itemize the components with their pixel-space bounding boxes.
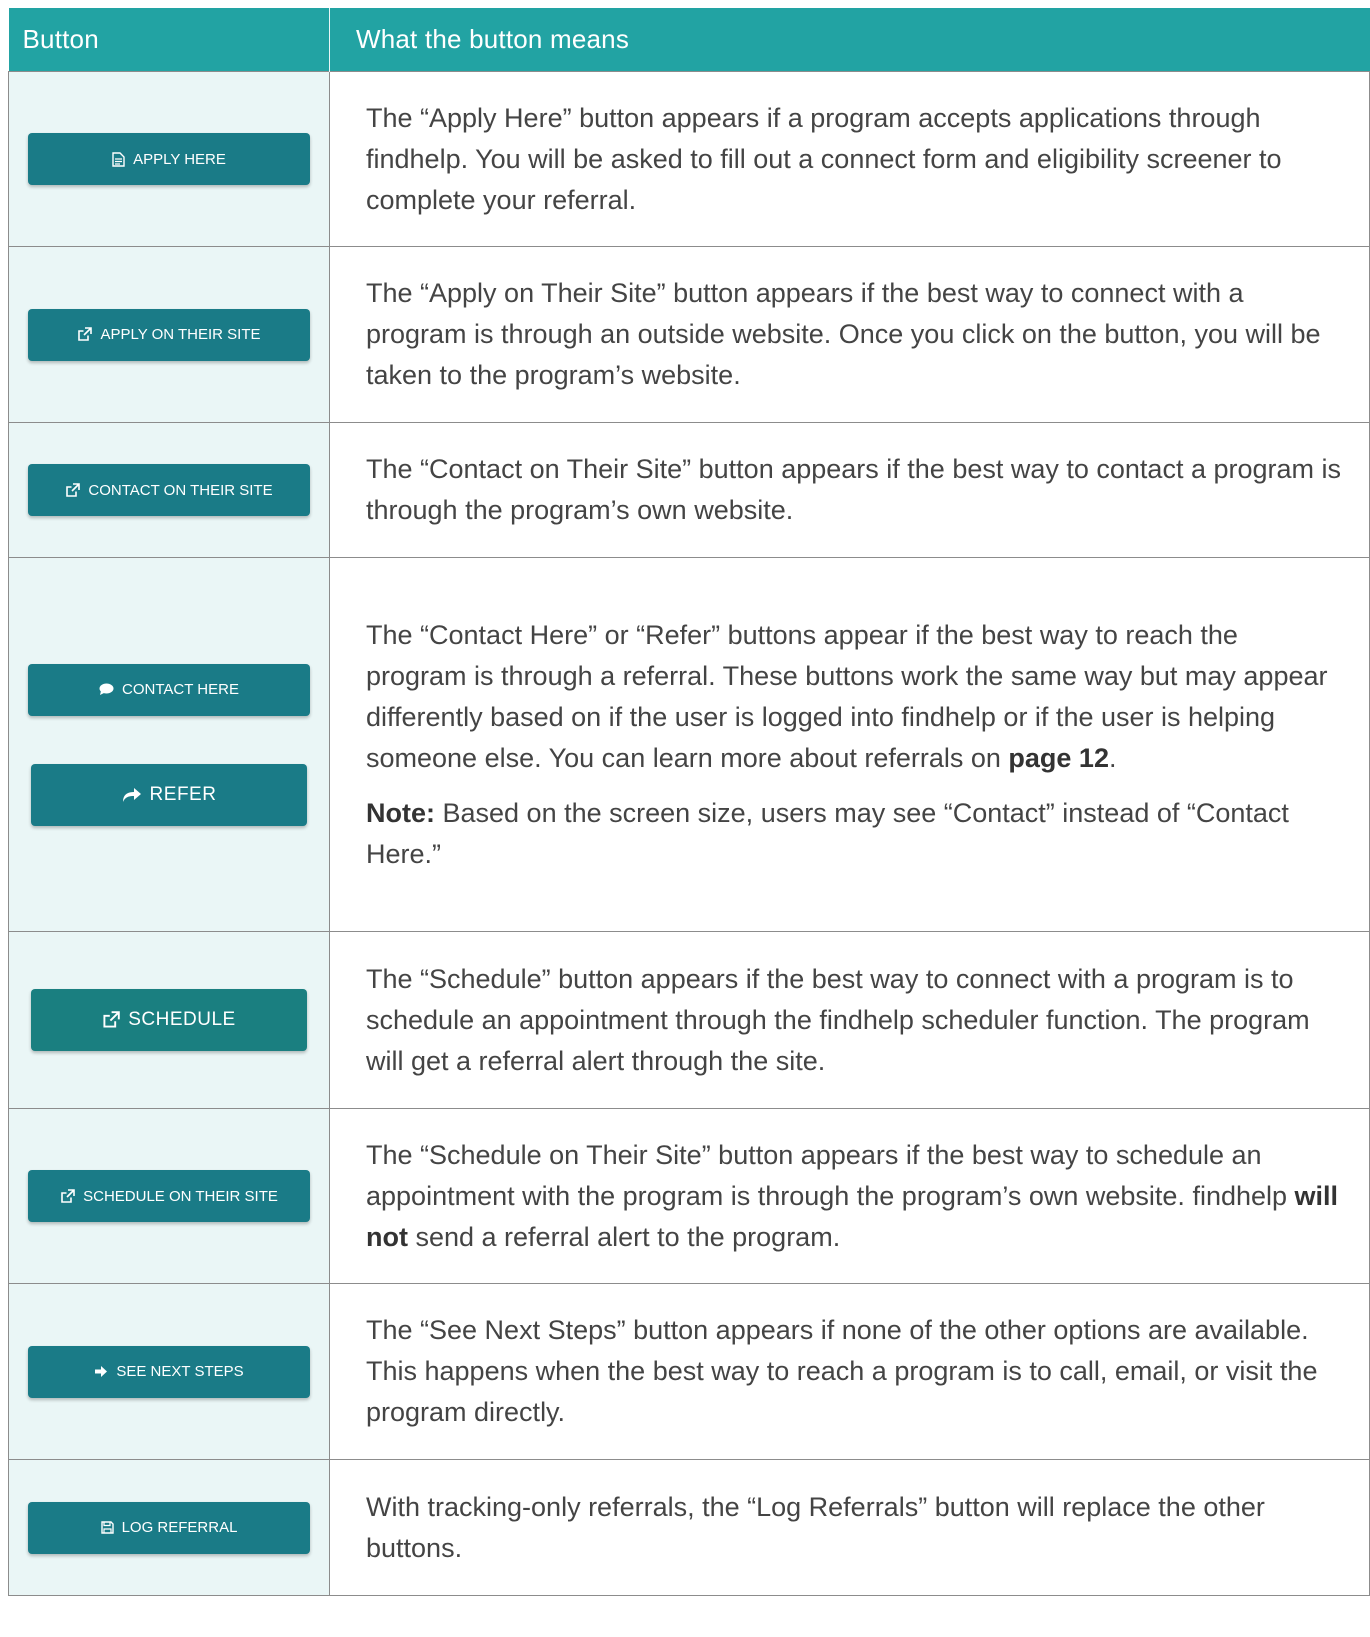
description-text: The “Apply on Their Site” button appears…: [366, 278, 1321, 390]
document-icon: [112, 151, 125, 167]
apply-here-button[interactable]: APPLY HERE: [28, 133, 310, 185]
see-next-steps-button[interactable]: SEE NEXT STEPS: [28, 1345, 310, 1398]
description-text: The “Apply Here” button appears if a pro…: [366, 102, 1282, 215]
note-label: Note:: [366, 797, 435, 828]
table-row: SEE NEXT STEPS The “See Next Steps” butt…: [8, 1283, 1370, 1460]
contact-here-button[interactable]: CONTACT HERE: [28, 663, 310, 716]
contact-on-their-site-label: CONTACT ON THEIR SITE: [88, 481, 273, 499]
table-row: CONTACT ON THEIR SITE The “Contact on Th…: [8, 422, 1370, 558]
description-cell: The “Apply Here” button appears if a pro…: [329, 71, 1370, 247]
external-link-icon: [65, 482, 81, 498]
description-text-start: The “Contact Here” or “Refer” buttons ap…: [366, 619, 1328, 773]
description-cell: The “See Next Steps” button appears if n…: [329, 1283, 1370, 1460]
button-reference-table: Button What the button means APPLY HERE …: [8, 8, 1370, 1596]
apply-on-their-site-button[interactable]: APPLY ON THEIR SITE: [28, 308, 310, 361]
page-reference: page 12: [1008, 742, 1109, 773]
description-cell: The “Contact Here” or “Refer” buttons ap…: [329, 557, 1370, 932]
table-row: SCHEDULE The “Schedule” button appears i…: [8, 931, 1370, 1109]
header-meaning-column: What the button means: [329, 8, 1370, 72]
description-text: The “See Next Steps” button appears if n…: [366, 1315, 1318, 1427]
schedule-on-their-site-button[interactable]: SCHEDULE ON THEIR SITE: [28, 1170, 310, 1222]
schedule-on-their-site-label: SCHEDULE ON THEIR SITE: [83, 1187, 278, 1205]
description-text-start: The “Schedule on Their Site” button appe…: [366, 1139, 1295, 1211]
share-arrow-icon: [122, 787, 142, 803]
note-body: Based on the screen size, users may see …: [366, 797, 1289, 869]
button-reference-table-container: Button What the button means APPLY HERE …: [8, 8, 1370, 1596]
description-text: The “Schedule” button appears if the bes…: [366, 963, 1310, 1076]
see-next-steps-label: SEE NEXT STEPS: [116, 1363, 244, 1380]
schedule-button[interactable]: SCHEDULE: [31, 989, 307, 1051]
chat-bubble-icon: [99, 683, 114, 696]
table-row: LOG REFERRAL With tracking-only referral…: [8, 1459, 1370, 1596]
table-row: CONTACT HERE REFER The “Contact Here” or…: [8, 557, 1370, 932]
table-row: APPLY ON THEIR SITE The “Apply on Their …: [8, 246, 1370, 423]
header-button-column: Button: [8, 8, 330, 72]
description-text: The “Schedule on Their Site” button appe…: [366, 1135, 1341, 1258]
apply-on-their-site-label: APPLY ON THEIR SITE: [100, 326, 261, 343]
description-cell: The “Schedule on Their Site” button appe…: [329, 1108, 1370, 1284]
button-cell: APPLY ON THEIR SITE: [8, 246, 330, 423]
description-text-end: .: [1108, 742, 1117, 773]
log-referral-label: LOG REFERRAL: [121, 1519, 238, 1536]
note-text: Note: Based on the screen size, users ma…: [366, 793, 1341, 875]
description-text: With tracking-only referrals, the “Log R…: [366, 1491, 1265, 1563]
button-cell: SCHEDULE: [8, 931, 330, 1109]
refer-label: REFER: [149, 783, 217, 805]
description-cell: The “Schedule” button appears if the bes…: [329, 931, 1370, 1109]
button-cell: CONTACT HERE REFER: [8, 557, 330, 932]
schedule-label: SCHEDULE: [128, 1009, 236, 1030]
apply-here-label: APPLY HERE: [133, 150, 226, 168]
table-header-row: Button What the button means: [8, 8, 1370, 72]
button-cell: APPLY HERE: [8, 71, 330, 247]
description-cell: The “Apply on Their Site” button appears…: [329, 246, 1370, 423]
table-row: SCHEDULE ON THEIR SITE The “Schedule on …: [8, 1108, 1370, 1284]
external-link-icon: [102, 1011, 121, 1029]
description-text-end: send a referral alert to the program.: [407, 1221, 841, 1252]
description-cell: With tracking-only referrals, the “Log R…: [329, 1459, 1370, 1596]
button-cell: SCHEDULE ON THEIR SITE: [8, 1108, 330, 1284]
refer-button[interactable]: REFER: [31, 763, 307, 826]
arrow-right-icon: [94, 1365, 108, 1378]
contact-here-label: CONTACT HERE: [122, 681, 239, 698]
external-link-icon: [77, 327, 93, 342]
log-referral-button[interactable]: LOG REFERRAL: [28, 1501, 310, 1554]
button-cell: SEE NEXT STEPS: [8, 1283, 330, 1460]
button-stack: CONTACT HERE REFER: [9, 663, 329, 826]
save-icon: [100, 1521, 114, 1534]
description-text: The “Contact Here” or “Refer” buttons ap…: [366, 615, 1341, 779]
button-cell: LOG REFERRAL: [8, 1459, 330, 1596]
contact-on-their-site-button[interactable]: CONTACT ON THEIR SITE: [28, 464, 310, 516]
table-row: APPLY HERE The “Apply Here” button appea…: [8, 71, 1370, 247]
description-cell: The “Contact on Their Site” button appea…: [329, 422, 1370, 558]
button-cell: CONTACT ON THEIR SITE: [8, 422, 330, 558]
external-link-icon: [60, 1188, 75, 1204]
description-text: The “Contact on Their Site” button appea…: [366, 454, 1342, 525]
